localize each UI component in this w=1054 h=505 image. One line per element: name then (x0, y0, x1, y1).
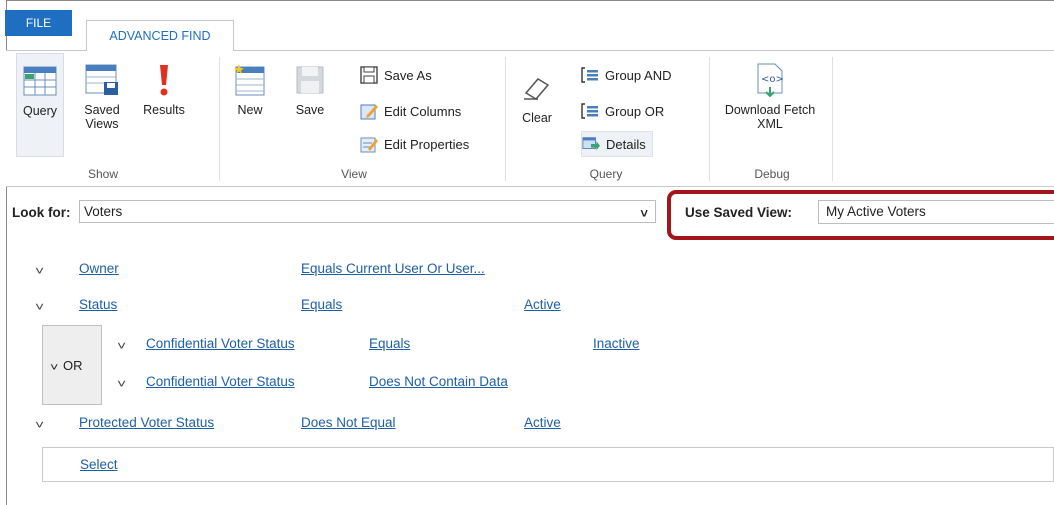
use-saved-view-value: My Active Voters (826, 204, 926, 219)
save-label: Save (295, 103, 325, 117)
edit-columns-label: Edit Columns (384, 103, 462, 119)
query-button[interactable]: Query (16, 53, 64, 157)
group-separator (709, 57, 710, 181)
add-criteria-row: Select (42, 447, 1054, 482)
criteria-operator-protected[interactable]: Does Not Equal (301, 415, 396, 430)
row-expand-chevron-icon[interactable]: ˅ (35, 418, 44, 432)
group-and-button[interactable]: Group AND (581, 64, 671, 86)
group-or-button[interactable]: Group OR (581, 100, 664, 122)
save-as-label: Save As (384, 67, 432, 83)
group-or-label: Group OR (605, 103, 665, 119)
svg-text:<o>: <o> (761, 74, 784, 85)
criteria-field-owner[interactable]: Owner (79, 261, 119, 276)
exclamation-icon (147, 63, 181, 97)
use-saved-view-label: Use Saved View: (685, 205, 793, 220)
saved-views-label: Saved Views (84, 103, 120, 131)
results-label: Results (143, 103, 185, 117)
tab-file[interactable]: FILE (5, 10, 72, 36)
edit-properties-icon (360, 135, 378, 153)
saved-views-button[interactable]: Saved Views (78, 63, 126, 131)
group-label-view: View (341, 167, 367, 181)
group-separator (832, 57, 833, 181)
criteria-value-confidential-1[interactable]: Inactive (593, 336, 640, 351)
clear-button[interactable]: Clear (512, 71, 562, 125)
group-or-icon (581, 102, 599, 120)
look-for-label: Look for: (12, 205, 71, 220)
new-button[interactable]: New (228, 63, 272, 117)
look-for-select[interactable]: Voters ˅ (79, 200, 656, 223)
group-label-debug: Debug (754, 167, 790, 181)
results-button[interactable]: Results (136, 63, 192, 117)
xml-file-icon: <o> (753, 63, 787, 97)
use-saved-view-select[interactable]: My Active Voters (818, 200, 1054, 224)
chevron-down-icon: ˅ (50, 362, 59, 374)
criteria-operator-confidential-2[interactable]: Does Not Contain Data (369, 374, 508, 389)
new-label: New (237, 103, 263, 117)
save-as-icon (360, 66, 378, 84)
look-for-value: Voters (84, 204, 123, 219)
row-expand-chevron-icon[interactable]: ˅ (117, 377, 126, 391)
query-label: Query (22, 104, 58, 118)
criteria-operator-status[interactable]: Equals (301, 297, 342, 312)
clear-label: Clear (522, 111, 552, 125)
or-group-label: OR (63, 358, 83, 373)
eraser-icon (520, 71, 554, 105)
row-expand-chevron-icon[interactable]: ˅ (117, 339, 126, 353)
tab-advanced-find[interactable]: ADVANCED FIND (86, 20, 234, 51)
new-view-icon (233, 63, 267, 97)
group-label-show: Show (87, 167, 119, 181)
edit-columns-icon (360, 102, 378, 120)
criteria-field-confidential-1[interactable]: Confidential Voter Status (146, 336, 295, 351)
query-grid-icon (23, 64, 57, 98)
chevron-down-icon: ˅ (640, 206, 648, 221)
select-field-link[interactable]: Select (80, 457, 118, 472)
criteria-operator-owner[interactable]: Equals Current User Or User... (301, 261, 485, 276)
group-label-query: Query (589, 167, 623, 181)
download-fetch-xml-label: Download Fetch XML (724, 103, 816, 131)
criteria-value-status[interactable]: Active (524, 297, 561, 312)
details-label: Details (606, 136, 646, 152)
details-icon (582, 135, 600, 153)
row-expand-chevron-icon[interactable]: ˅ (35, 264, 44, 278)
group-separator (219, 57, 220, 181)
or-group-handle[interactable]: ˅ OR (42, 325, 102, 405)
group-and-label: Group AND (605, 67, 672, 83)
download-fetch-xml-button[interactable]: <o> Download Fetch XML (714, 63, 826, 131)
row-expand-chevron-icon[interactable]: ˅ (35, 300, 44, 314)
group-separator (505, 57, 506, 181)
criteria-field-confidential-2[interactable]: Confidential Voter Status (146, 374, 295, 389)
edit-properties-button[interactable]: Edit Properties (360, 133, 469, 155)
criteria-field-protected[interactable]: Protected Voter Status (79, 415, 214, 430)
criteria-field-status[interactable]: Status (79, 297, 117, 312)
ribbon-divider (6, 186, 1054, 187)
save-button[interactable]: Save (288, 63, 332, 117)
group-and-icon (581, 66, 599, 84)
saved-views-icon (85, 63, 119, 97)
criteria-operator-confidential-1[interactable]: Equals (369, 336, 410, 351)
edit-columns-button[interactable]: Edit Columns (360, 100, 461, 122)
save-disk-icon (293, 63, 327, 97)
edit-properties-label: Edit Properties (384, 136, 470, 152)
details-button[interactable]: Details (581, 131, 653, 157)
ribbon: Query Saved Views Results Show New Save … (6, 51, 1054, 186)
criteria-value-protected[interactable]: Active (524, 415, 561, 430)
save-as-button[interactable]: Save As (360, 64, 432, 86)
